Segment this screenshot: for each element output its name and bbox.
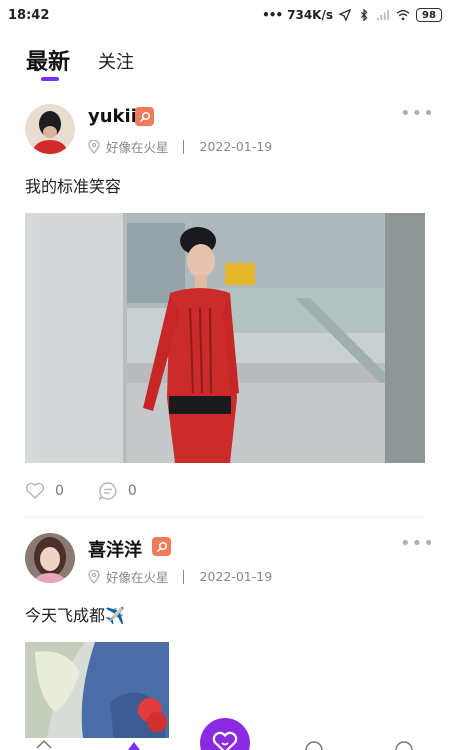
tab-latest[interactable]: 最新 bbox=[26, 44, 70, 76]
net-speed: 734K/s bbox=[287, 8, 333, 22]
comment-icon bbox=[98, 482, 117, 501]
message-icon[interactable] bbox=[304, 738, 324, 750]
post-location: 好像在火星 bbox=[106, 570, 169, 585]
battery-icon: 98 bbox=[416, 8, 442, 22]
home-icon[interactable] bbox=[36, 738, 52, 750]
username[interactable]: yukii bbox=[88, 106, 137, 127]
more-options-icon[interactable]: ••• bbox=[400, 535, 435, 553]
wifi-icon bbox=[396, 10, 410, 21]
status-bar: 18:42 ••• 734K/s 98 bbox=[0, 0, 450, 30]
heart-icon bbox=[25, 482, 45, 499]
post-date: 2022-01-19 bbox=[199, 139, 273, 154]
location-pin-icon bbox=[88, 569, 100, 584]
post-image[interactable] bbox=[25, 213, 425, 463]
post-location: 好像在火星 bbox=[106, 140, 169, 155]
heart-chat-icon[interactable] bbox=[200, 718, 250, 750]
meta-separator bbox=[182, 139, 184, 154]
post-actions: 0 0 bbox=[25, 481, 167, 501]
comment-button[interactable]: 0 bbox=[98, 481, 137, 501]
username[interactable]: 喜洋洋 bbox=[88, 536, 142, 562]
search-icon[interactable] bbox=[135, 107, 154, 126]
post-date: 2022-01-19 bbox=[199, 569, 273, 584]
meta-separator bbox=[182, 569, 184, 584]
search-icon[interactable] bbox=[152, 537, 171, 556]
status-time: 18:42 bbox=[8, 7, 50, 23]
avatar-image bbox=[25, 104, 75, 154]
status-icons: ••• 734K/s 98 bbox=[262, 8, 442, 22]
post-text: 今天飞成都✈️ bbox=[25, 606, 125, 625]
avatar-image bbox=[25, 533, 75, 583]
active-tab-indicator bbox=[41, 77, 59, 81]
avatar[interactable] bbox=[25, 533, 75, 583]
post-meta: 好像在火星 2022-01-19 bbox=[88, 567, 272, 586]
like-count: 0 bbox=[55, 483, 64, 499]
dots-icon: ••• bbox=[262, 8, 283, 22]
post-text: 我的标准笑容 bbox=[25, 177, 122, 196]
comment-count: 0 bbox=[127, 483, 137, 499]
bluetooth-icon bbox=[360, 9, 368, 21]
post-image[interactable] bbox=[25, 642, 169, 750]
post-meta: 好像在火星 2022-01-19 bbox=[88, 137, 272, 156]
square-icon[interactable] bbox=[126, 738, 142, 750]
feed-tabs: 最新 关注 bbox=[26, 44, 134, 76]
profile-icon[interactable] bbox=[394, 738, 414, 750]
avatar[interactable] bbox=[25, 104, 75, 154]
location-pin-icon bbox=[88, 139, 100, 154]
post-divider bbox=[25, 516, 425, 517]
signal-icon bbox=[377, 9, 389, 21]
location-arrow-icon bbox=[338, 9, 352, 21]
like-button[interactable]: 0 bbox=[25, 482, 64, 500]
tab-following[interactable]: 关注 bbox=[98, 48, 134, 76]
more-options-icon[interactable]: ••• bbox=[400, 105, 435, 123]
